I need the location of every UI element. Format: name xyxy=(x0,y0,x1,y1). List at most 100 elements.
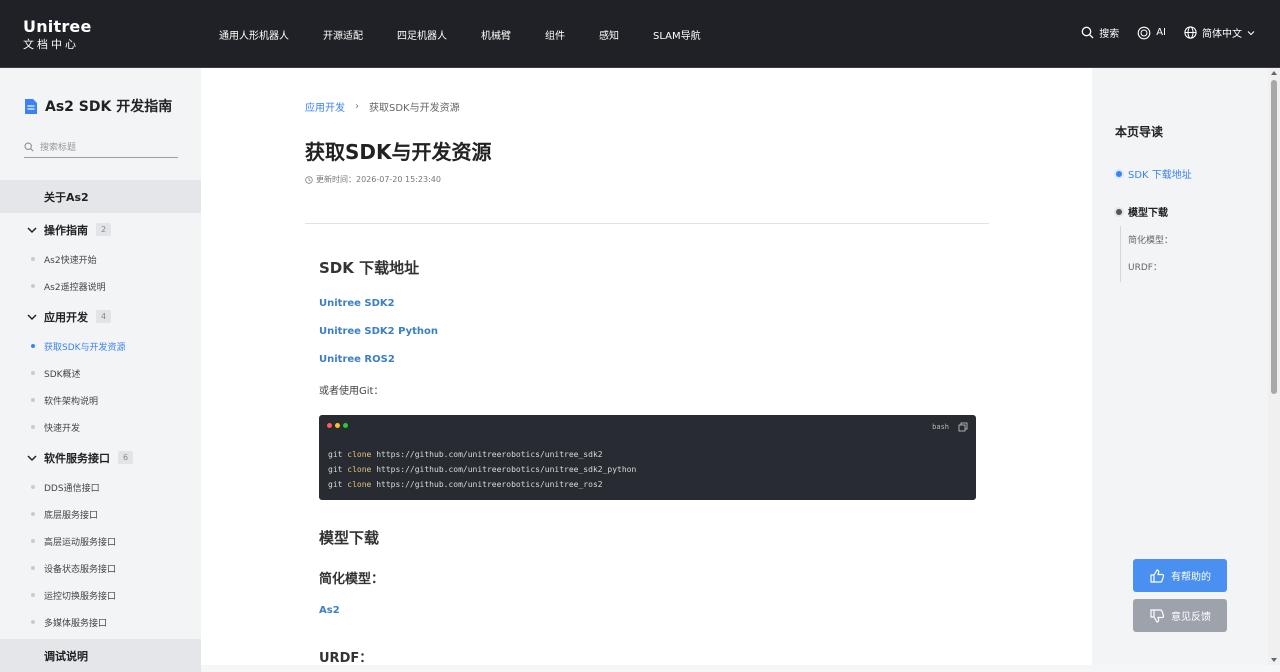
toc-item-model[interactable]: 模型下载 xyxy=(1116,204,1168,219)
nav-item-quadruped[interactable]: 四足机器人 xyxy=(397,27,447,42)
language-label: 简体中文 xyxy=(1202,29,1242,40)
green-dot-icon xyxy=(343,423,348,428)
toc-guide-line xyxy=(1120,226,1121,282)
code-line: git clone https://github.com/unitreerobo… xyxy=(328,477,636,492)
section-heading-sdk: SDK 下载地址 xyxy=(319,259,420,277)
logo[interactable]: Unitree 文档中心 xyxy=(23,18,92,52)
search-icon xyxy=(1081,26,1094,39)
sidebar-item-high-level[interactable]: 高层运动服务接口 xyxy=(0,528,201,555)
sidebar-item-debug[interactable]: 调试说明 xyxy=(0,639,201,672)
sidebar-group-service-api[interactable]: 软件服务接口 6 xyxy=(0,441,201,474)
chevron-down-icon xyxy=(27,454,37,461)
count-badge: 4 xyxy=(96,310,112,323)
yellow-dot-icon xyxy=(335,423,340,428)
updated-text: 更新时间：2026-07-20 15:23:40 xyxy=(316,175,441,184)
nav-item-arm[interactable]: 机械臂 xyxy=(481,27,511,42)
feedback-label: 意见反馈 xyxy=(1171,612,1211,623)
logo-subtitle: 文档中心 xyxy=(23,38,79,51)
updated-time: 更新时间：2026-07-20 15:23:40 xyxy=(305,174,441,185)
code-url: https://github.com/unitreerobotics/unitr… xyxy=(376,465,637,474)
sidebar-item-low-level[interactable]: 底层服务接口 xyxy=(0,501,201,528)
toc-subitem-simplified[interactable]: 简化模型： xyxy=(1128,233,1173,246)
window-dots xyxy=(327,423,351,428)
sidebar-item-quick-dev[interactable]: 快速开发 xyxy=(0,414,201,441)
toc-item-label: 模型下载 xyxy=(1128,208,1168,219)
chevron-down-icon xyxy=(27,226,37,233)
nav-item-humanoid[interactable]: 通用人形机器人 xyxy=(219,27,289,42)
copy-icon[interactable] xyxy=(958,422,968,432)
link-as2-model[interactable]: As2 xyxy=(319,605,340,616)
ai-button[interactable]: AI xyxy=(1137,26,1166,40)
git-text: 或者使用Git： xyxy=(319,386,384,397)
breadcrumb-current: 获取SDK与开发资源 xyxy=(369,103,460,114)
nav-item-components[interactable]: 组件 xyxy=(545,27,565,42)
sidebar-group-app-dev[interactable]: 应用开发 4 xyxy=(0,300,201,333)
dot-icon xyxy=(1116,208,1122,215)
sidebar-item-about[interactable]: 关于As2 xyxy=(0,180,201,213)
helpful-button[interactable]: 有帮助的 xyxy=(1133,559,1227,592)
toc-item-label: SDK 下载地址 xyxy=(1128,170,1192,181)
code-line: git clone https://github.com/unitreerobo… xyxy=(328,447,636,462)
sidebar-title-text: As2 SDK 开发指南 xyxy=(45,99,173,115)
count-badge: 6 xyxy=(118,451,134,464)
active-dot-icon xyxy=(1116,170,1122,177)
subsection-heading-simplified: 简化模型： xyxy=(319,572,385,587)
scrollbar-thumb[interactable] xyxy=(1271,80,1277,394)
globe-icon xyxy=(1184,26,1197,39)
sidebar-item-get-sdk[interactable]: 获取SDK与开发资源 xyxy=(0,333,201,360)
code-url: https://github.com/unitreerobotics/unitr… xyxy=(376,450,603,459)
sidebar-group-guide[interactable]: 操作指南 2 xyxy=(0,213,201,246)
toc-subitem-urdf[interactable]: URDF： xyxy=(1128,260,1162,273)
sidebar-group-label: 应用开发 xyxy=(44,310,88,324)
nav-item-slam[interactable]: SLAM导航 xyxy=(653,27,701,42)
main-content: 应用开发 › 获取SDK与开发资源 获取SDK与开发资源 更新时间：2026-0… xyxy=(201,68,1092,666)
feedback-button[interactable]: 意见反馈 xyxy=(1133,599,1227,632)
sidebar-item-quickstart[interactable]: As2快速开始 xyxy=(0,246,201,273)
nav-item-perception[interactable]: 感知 xyxy=(599,27,619,42)
language-selector[interactable]: 简体中文 xyxy=(1184,25,1256,40)
section-heading-model: 模型下载 xyxy=(319,529,380,547)
helpful-label: 有帮助的 xyxy=(1171,572,1211,583)
scrollbar[interactable] xyxy=(1268,68,1280,665)
code-keyword: clone xyxy=(347,480,372,489)
sidebar-title: As2 SDK 开发指南 xyxy=(24,96,172,116)
search-icon xyxy=(24,141,34,152)
sidebar-search-input[interactable]: 搜索标题 xyxy=(24,136,178,158)
sidebar: As2 SDK 开发指南 搜索标题 关于As2 操作指南 2 As2快速开始 A… xyxy=(0,68,201,672)
sidebar-item-sdk-overview[interactable]: SDK概述 xyxy=(0,360,201,387)
code-cmd: git xyxy=(328,465,343,474)
scroll-down-arrow-icon[interactable] xyxy=(1271,658,1277,662)
clock-icon xyxy=(305,175,313,184)
sidebar-item-motion-switch[interactable]: 运控切换服务接口 xyxy=(0,582,201,609)
divider xyxy=(305,223,989,224)
red-dot-icon xyxy=(327,423,332,428)
page-title: 获取SDK与开发资源 xyxy=(305,140,492,164)
toc-item-sdk[interactable]: SDK 下载地址 xyxy=(1116,166,1192,181)
logo-text: Unitree xyxy=(23,17,92,36)
thumbs-down-icon xyxy=(1150,608,1165,623)
link-ros2[interactable]: Unitree ROS2 xyxy=(319,354,395,365)
code-keyword: clone xyxy=(347,465,372,474)
link-sdk2[interactable]: Unitree SDK2 xyxy=(319,298,395,309)
code-line: git clone https://github.com/unitreerobo… xyxy=(328,462,636,477)
link-sdk2-python[interactable]: Unitree SDK2 Python xyxy=(319,326,438,337)
chevron-down-icon xyxy=(1247,30,1255,35)
chevron-right-icon: › xyxy=(355,101,359,112)
nav-item-open-source[interactable]: 开源适配 xyxy=(323,27,363,42)
sidebar-menu: 关于As2 操作指南 2 As2快速开始 As2遥控器说明 应用开发 4 获取S… xyxy=(0,180,201,672)
sidebar-item-architecture[interactable]: 软件架构说明 xyxy=(0,387,201,414)
breadcrumb-link[interactable]: 应用开发 xyxy=(305,99,345,114)
code-cmd: git xyxy=(328,450,343,459)
search-button[interactable]: 搜索 xyxy=(1081,25,1119,40)
chevron-down-icon xyxy=(27,313,37,320)
scroll-up-arrow-icon[interactable] xyxy=(1271,71,1277,75)
sidebar-item-remote[interactable]: As2遥控器说明 xyxy=(0,273,201,300)
code-cmd: git xyxy=(328,480,343,489)
search-label: 搜索 xyxy=(1099,29,1120,40)
sidebar-item-dds[interactable]: DDS通信接口 xyxy=(0,474,201,501)
sidebar-item-multimedia[interactable]: 多媒体服务接口 xyxy=(0,609,201,636)
count-badge: 2 xyxy=(96,223,112,236)
sidebar-item-device-state[interactable]: 设备状态服务接口 xyxy=(0,555,201,582)
code-block: bash git clone https://github.com/unitre… xyxy=(319,415,976,500)
ai-label: AI xyxy=(1156,27,1166,38)
